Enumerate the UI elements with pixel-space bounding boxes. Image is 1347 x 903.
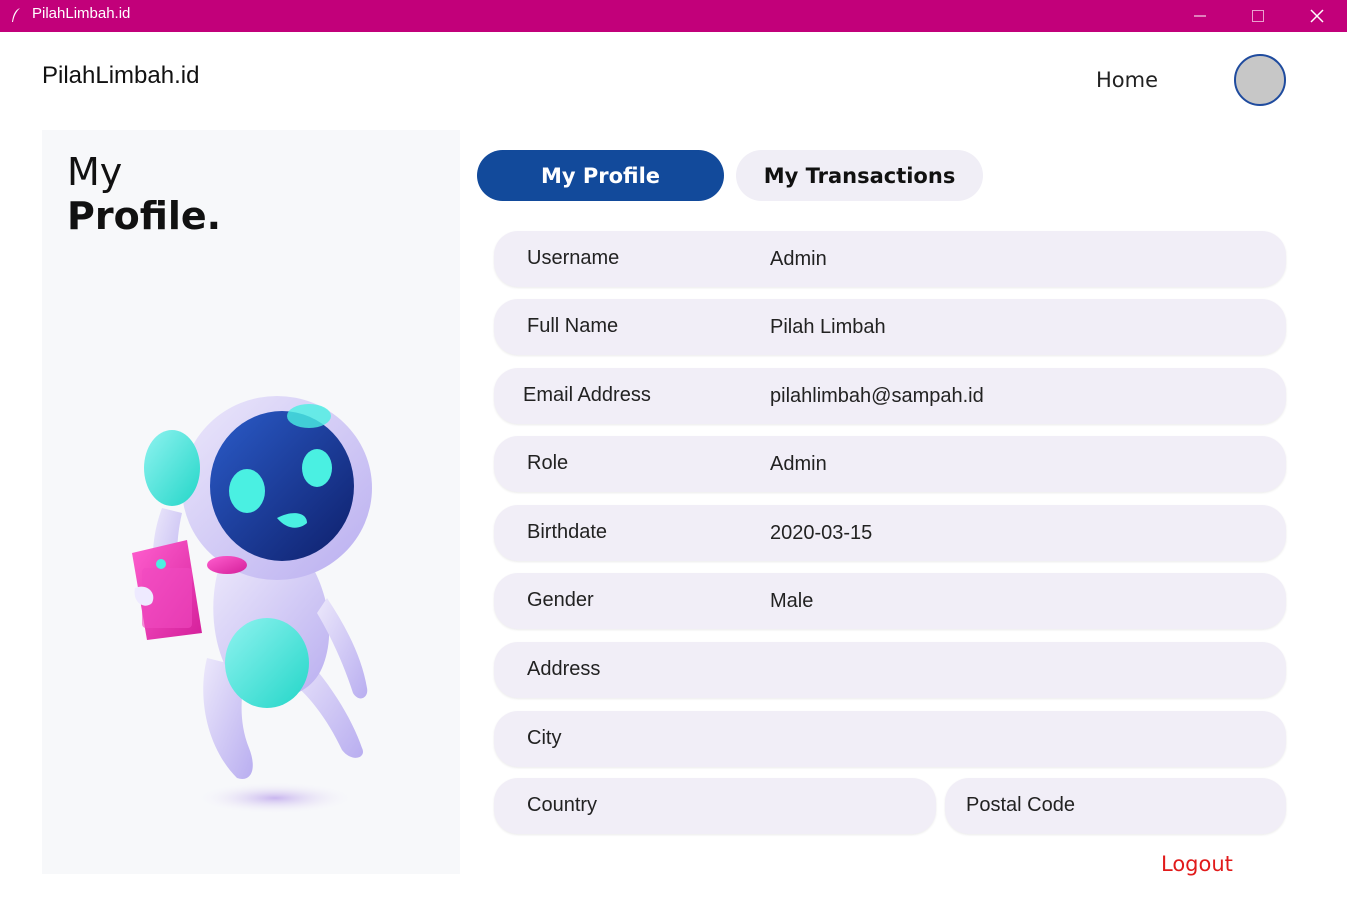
close-button[interactable] (1294, 0, 1340, 32)
profile-side-panel: My Profile. (42, 130, 460, 874)
gender-label: Gender (527, 589, 594, 611)
full-name-value: Pilah Limbah (770, 316, 886, 338)
city-label: City (527, 727, 562, 749)
feather-icon (12, 8, 20, 22)
email-label: Email Address (523, 384, 651, 406)
birthdate-value: 2020-03-15 (770, 522, 873, 544)
window-titlebar: PilahLimbah.id (0, 0, 1347, 32)
role-value: Admin (770, 453, 827, 475)
tab-my-transactions[interactable]: My Transactions (736, 150, 983, 201)
gender-value: Male (770, 590, 814, 612)
robot-illustration (132, 396, 372, 814)
username-value: Admin (770, 248, 827, 270)
maximize-button[interactable] (1235, 0, 1281, 32)
email-field[interactable]: Email Address pilahlimbah@sampah.id (494, 368, 1286, 424)
panel-title-line2: Profile. (67, 194, 222, 238)
role-label: Role (527, 452, 569, 474)
address-field[interactable]: Address (494, 642, 1286, 698)
maximize-icon (1252, 10, 1264, 22)
country-label: Country (527, 794, 598, 816)
avatar[interactable] (1234, 54, 1286, 106)
postal-code-label: Postal Code (966, 794, 1075, 816)
role-field[interactable]: Role Admin (494, 436, 1286, 492)
nav-home-link[interactable]: Home (1096, 68, 1158, 92)
brand-logo-text[interactable]: PilahLimbah.id (42, 62, 199, 90)
close-icon (1310, 9, 1324, 23)
birthdate-label: Birthdate (527, 521, 608, 543)
logout-link[interactable]: Logout (1161, 852, 1233, 876)
full-name-label: Full Name (527, 315, 619, 337)
birthdate-field[interactable]: Birthdate 2020-03-15 (494, 505, 1286, 561)
window-title: PilahLimbah.id (32, 5, 131, 22)
panel-title-line1: My (67, 150, 123, 194)
address-label: Address (527, 658, 601, 680)
full-name-field[interactable]: Full Name Pilah Limbah (494, 299, 1286, 355)
minimize-button[interactable] (1177, 0, 1223, 32)
gender-field[interactable]: Gender Male (494, 573, 1286, 629)
country-field[interactable]: Country (494, 778, 936, 834)
username-field[interactable]: Username Admin (494, 231, 1286, 287)
minimize-icon (1194, 15, 1206, 17)
username-label: Username (527, 247, 620, 269)
city-field[interactable]: City (494, 711, 1286, 767)
tab-my-profile[interactable]: My Profile (477, 150, 724, 201)
email-value: pilahlimbah@sampah.id (770, 385, 984, 407)
postal-code-field[interactable]: Postal Code (945, 778, 1286, 834)
